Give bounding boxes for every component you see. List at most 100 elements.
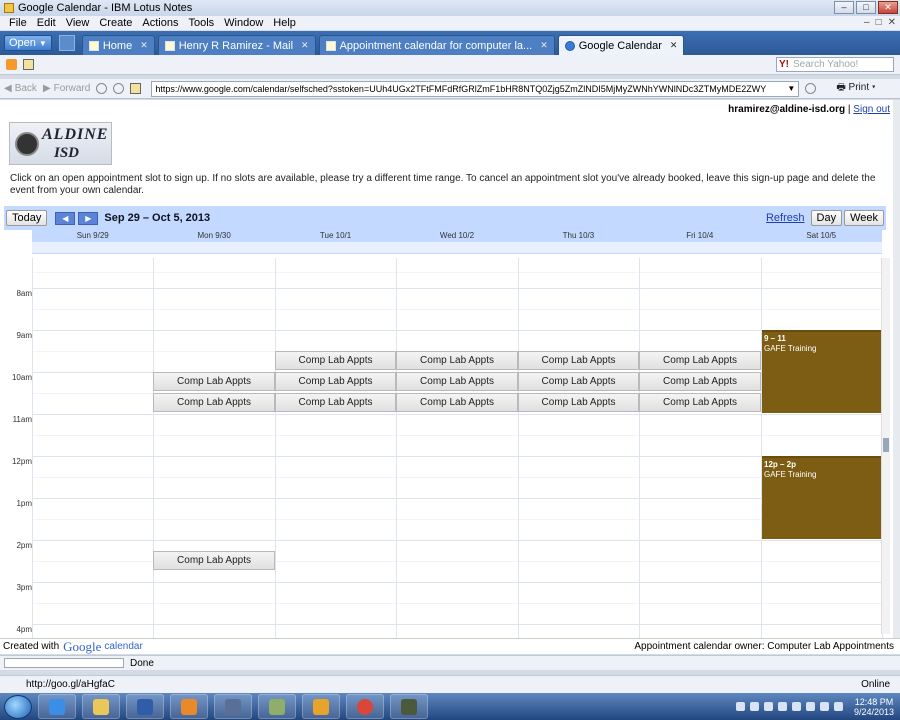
appointment-slot[interactable]: Comp Lab Appts <box>396 351 518 370</box>
doc-minimize-icon[interactable]: – <box>864 17 870 28</box>
appointment-slot[interactable]: Comp Lab Appts <box>275 351 396 370</box>
back-button[interactable]: ◀ Back <box>4 83 37 94</box>
menu-view[interactable]: View <box>61 17 95 29</box>
today-button[interactable]: Today <box>6 210 48 226</box>
day-header-wed: Wed 10/2 <box>439 231 475 240</box>
system-clock[interactable]: 12:48 PM 9/24/2013 <box>854 697 894 717</box>
taskbar-internet-explorer[interactable] <box>38 694 76 719</box>
search-input[interactable]: Y! Search Yahoo! <box>776 57 894 72</box>
grid-line <box>32 272 882 273</box>
grid-line <box>32 414 882 415</box>
week-grid: 8am 9am 10am 11am 12pm 1pm 2pm 3pm 4pm C… <box>4 258 891 638</box>
chevron-down-icon[interactable]: ▼ <box>787 84 795 93</box>
tray-icon[interactable] <box>805 702 815 711</box>
forward-label: Forward <box>53 83 91 94</box>
scrollbar-thumb[interactable] <box>883 438 889 452</box>
appointment-slot[interactable]: Comp Lab Appts <box>639 372 761 391</box>
bookmark-icon[interactable] <box>23 59 34 70</box>
menu-window[interactable]: Window <box>219 17 268 29</box>
tray-icon[interactable] <box>763 702 773 711</box>
close-button[interactable]: ✕ <box>878 1 898 14</box>
event-title: GAFE Training <box>764 470 817 479</box>
close-icon[interactable]: ✕ <box>670 40 678 51</box>
menu-edit[interactable]: Edit <box>32 17 61 29</box>
chrome-icon <box>357 698 373 715</box>
appointment-slot[interactable]: Comp Lab Appts <box>396 393 518 412</box>
menu-tools[interactable]: Tools <box>183 17 219 29</box>
appointment-slot[interactable]: Comp Lab Appts <box>153 372 275 391</box>
home-icon[interactable] <box>130 83 142 94</box>
taskbar-app[interactable] <box>258 694 296 719</box>
appointment-slot[interactable]: Comp Lab Appts <box>639 393 761 412</box>
calendar-event[interactable]: 12p – 2p GAFE Training <box>762 456 881 539</box>
calendar-event[interactable]: 9 – 11 GAFE Training <box>762 330 881 413</box>
logo-line1: ALDINE <box>42 126 109 143</box>
appointment-slot[interactable]: Comp Lab Appts <box>518 372 639 391</box>
taskbar-app[interactable] <box>302 694 340 719</box>
doc-restore-icon[interactable]: □ <box>876 17 882 28</box>
browser-status-bar: Done <box>0 655 900 670</box>
menu-help[interactable]: Help <box>268 17 301 29</box>
taskbar-lotus-notes[interactable] <box>390 694 428 719</box>
menu-actions[interactable]: Actions <box>137 17 183 29</box>
appointment-slot[interactable]: Comp Lab Appts <box>639 351 761 370</box>
folder-icon <box>93 698 109 715</box>
close-icon[interactable]: ✕ <box>301 40 309 51</box>
tab-mail[interactable]: Henry R Ramirez - Mail ✕ <box>157 35 316 55</box>
calendar-logo-text: calendar <box>104 641 143 652</box>
page-scrollbar[interactable] <box>893 100 900 638</box>
network-icon[interactable] <box>819 702 829 711</box>
taskbar-app[interactable] <box>214 694 252 719</box>
maximize-button[interactable]: □ <box>856 1 876 14</box>
workspace-icon[interactable] <box>58 35 75 51</box>
taskbar-file-explorer[interactable] <box>82 694 120 719</box>
forward-button[interactable]: ▶ Forward <box>43 83 90 94</box>
rss-icon[interactable] <box>6 59 17 70</box>
appointment-slot[interactable]: Comp Lab Appts <box>153 393 275 412</box>
appointment-slot[interactable]: Comp Lab Appts <box>153 551 275 570</box>
close-icon[interactable]: ✕ <box>540 40 548 51</box>
tab-google-calendar[interactable]: Google Calendar ✕ <box>557 35 685 55</box>
online-status[interactable]: Online <box>861 679 890 690</box>
open-button[interactable]: Open ▼ <box>4 35 52 51</box>
next-week-button[interactable]: ▶ <box>78 211 99 225</box>
calendar-owner: Appointment calendar owner: Computer Lab… <box>634 641 894 652</box>
day-view-button[interactable]: Day <box>810 210 843 226</box>
taskbar-media-player[interactable] <box>170 694 208 719</box>
url-input[interactable]: https://www.google.com/calendar/selfsche… <box>151 80 800 97</box>
appointment-slot[interactable]: Comp Lab Appts <box>275 393 396 412</box>
start-button[interactable] <box>4 694 32 719</box>
tray-icon[interactable] <box>791 702 801 711</box>
refresh-link[interactable]: Refresh <box>766 212 805 224</box>
tab-appointment-calendar[interactable]: Appointment calendar for computer la... … <box>318 35 555 55</box>
tab-home[interactable]: Home ✕ <box>81 35 155 55</box>
sign-out-link[interactable]: Sign out <box>853 104 890 115</box>
taskbar-chrome[interactable] <box>346 694 384 719</box>
appointment-slot[interactable]: Comp Lab Appts <box>275 372 396 391</box>
app-icon <box>313 698 329 715</box>
stop-icon[interactable] <box>96 83 108 94</box>
minimize-button[interactable]: – <box>834 1 854 14</box>
close-icon[interactable]: ✕ <box>140 40 148 51</box>
tray-icon[interactable] <box>749 702 759 711</box>
previous-week-button[interactable]: ◀ <box>55 211 76 225</box>
appointment-slot[interactable]: Comp Lab Appts <box>518 393 639 412</box>
doc-close-icon[interactable]: ✕ <box>888 17 896 28</box>
reload-icon[interactable] <box>113 83 125 94</box>
tray-icon[interactable] <box>777 702 787 711</box>
google-logo[interactable]: Google <box>63 639 101 655</box>
app-icon <box>225 698 241 715</box>
menu-file[interactable]: File <box>4 17 32 29</box>
week-view-button[interactable]: Week <box>844 210 884 226</box>
calendar-scrollbar[interactable] <box>881 258 890 634</box>
volume-icon[interactable] <box>833 702 843 711</box>
back-label: Back <box>14 83 37 94</box>
print-button[interactable]: 🖶 Print ▾ <box>836 80 875 97</box>
tray-icon[interactable] <box>735 702 745 711</box>
load-progress-bar <box>4 658 124 668</box>
go-icon[interactable] <box>805 83 817 94</box>
taskbar-outlook[interactable] <box>126 694 164 719</box>
appointment-slot[interactable]: Comp Lab Appts <box>518 351 639 370</box>
menu-create[interactable]: Create <box>94 17 137 29</box>
appointment-slot[interactable]: Comp Lab Appts <box>396 372 518 391</box>
